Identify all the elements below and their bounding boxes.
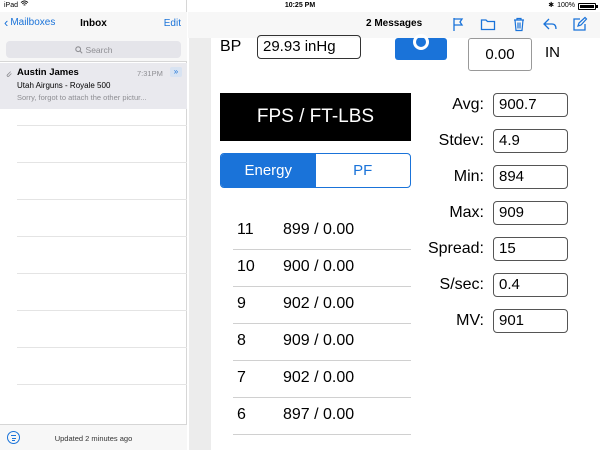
bluetooth-icon: ✱ [548, 2, 555, 9]
stat-label-min: Min: [453, 168, 484, 185]
shot-number: 11 [237, 221, 254, 238]
stat-label-avg: Avg: [452, 96, 484, 113]
list-divider [17, 347, 187, 348]
thread-chevron-icon: » [170, 67, 182, 77]
stat-label-spread: Spread: [427, 240, 484, 257]
shot-value: 902 / 0.00 [283, 295, 355, 312]
shot-row: 11 899 / 0.00 [233, 213, 411, 250]
stat-value-mv: 901 [493, 309, 568, 333]
stat-value-ssec: 0.4 [493, 273, 568, 297]
shot-number: 8 [237, 332, 246, 349]
shot-number: 6 [237, 406, 246, 423]
edit-button[interactable]: Edit [164, 18, 181, 29]
message-subject: Utah Airguns - Royale 500 [17, 81, 111, 90]
folder-icon[interactable] [480, 16, 496, 32]
search-input[interactable]: Search [6, 41, 181, 58]
list-divider [17, 125, 187, 126]
reply-icon[interactable] [542, 16, 558, 32]
shot-row: 10 900 / 0.00 [233, 250, 411, 287]
status-right: ✱ 100% [548, 0, 598, 12]
bp-field: 29.93 inHg [257, 35, 361, 59]
list-divider [17, 236, 187, 237]
battery-icon [578, 2, 598, 10]
compose-icon[interactable] [572, 16, 588, 32]
updated-status: Updated 2 minutes ago [54, 434, 133, 443]
trash-icon[interactable] [511, 16, 527, 32]
shot-value: 897 / 0.00 [283, 406, 355, 423]
tab-energy: Energy [221, 154, 316, 187]
list-divider [17, 162, 187, 163]
record-button [395, 34, 447, 60]
shot-value: 900 / 0.00 [283, 258, 355, 275]
list-divider [17, 384, 187, 385]
tab-pf: PF [353, 162, 373, 179]
in-field: 0.00 [468, 38, 532, 71]
search-placeholder: Search [85, 44, 113, 55]
circle-icon [413, 34, 429, 50]
stat-label-max: Max: [449, 204, 484, 221]
message-sender: Austin James [17, 67, 79, 78]
stat-label-stdev: Stdev: [438, 132, 484, 149]
stat-value-spread: 15 [493, 237, 568, 261]
in-label: IN [545, 44, 560, 61]
shot-row: 7 902 / 0.00 [233, 361, 411, 398]
search-icon [74, 45, 83, 54]
bp-label: BP [220, 38, 242, 55]
mail-list-toolbar: Updated 2 minutes ago [0, 424, 187, 450]
stat-value-avg: 900.7 [493, 93, 568, 117]
message-preview: Sorry, forgot to attach the other pictur… [17, 93, 147, 102]
shot-value: 909 / 0.00 [283, 332, 355, 349]
clock: 10:25 PM [284, 2, 316, 9]
message-time: 7:31PM [137, 69, 163, 78]
shot-number: 10 [237, 258, 255, 275]
shot-number: 7 [237, 369, 246, 386]
stat-value-max: 909 [493, 201, 568, 225]
shot-value: 902 / 0.00 [283, 369, 355, 386]
mail-list-navbar: ‹ Mailboxes Inbox Edit [0, 12, 187, 38]
units-header: FPS / FT-LBS [220, 93, 411, 141]
stat-value-stdev: 4.9 [493, 129, 568, 153]
message-list-item[interactable]: Austin James 7:31PM » Utah Airguns - Roy… [0, 63, 187, 109]
battery-percent: 100% [557, 2, 575, 9]
stat-value-min: 894 [493, 165, 568, 189]
inbox-title: Inbox [80, 18, 107, 29]
stat-label-ssec: S/sec: [439, 276, 484, 293]
mail-list-pane: ‹ Mailboxes Inbox Edit Search Austin Jam… [0, 0, 187, 450]
stat-label-mv: MV: [456, 312, 484, 329]
paperclip-icon [6, 71, 12, 77]
status-bar: iPad 10:25 PM ✱ 100% [0, 0, 600, 12]
shot-row: 8 909 / 0.00 [233, 324, 411, 361]
shot-row: 9 902 / 0.00 [233, 287, 411, 324]
mode-segmented-control: Energy PF [220, 153, 411, 188]
shot-row: 6 897 / 0.00 [233, 398, 411, 435]
list-divider [17, 273, 187, 274]
message-count-title: 2 Messages [366, 18, 423, 29]
shot-value: 899 / 0.00 [283, 221, 355, 238]
shot-number: 9 [237, 295, 246, 312]
list-divider [17, 199, 187, 200]
search-bar: Search [0, 38, 187, 62]
flag-icon[interactable] [450, 16, 466, 32]
list-divider [17, 310, 187, 311]
